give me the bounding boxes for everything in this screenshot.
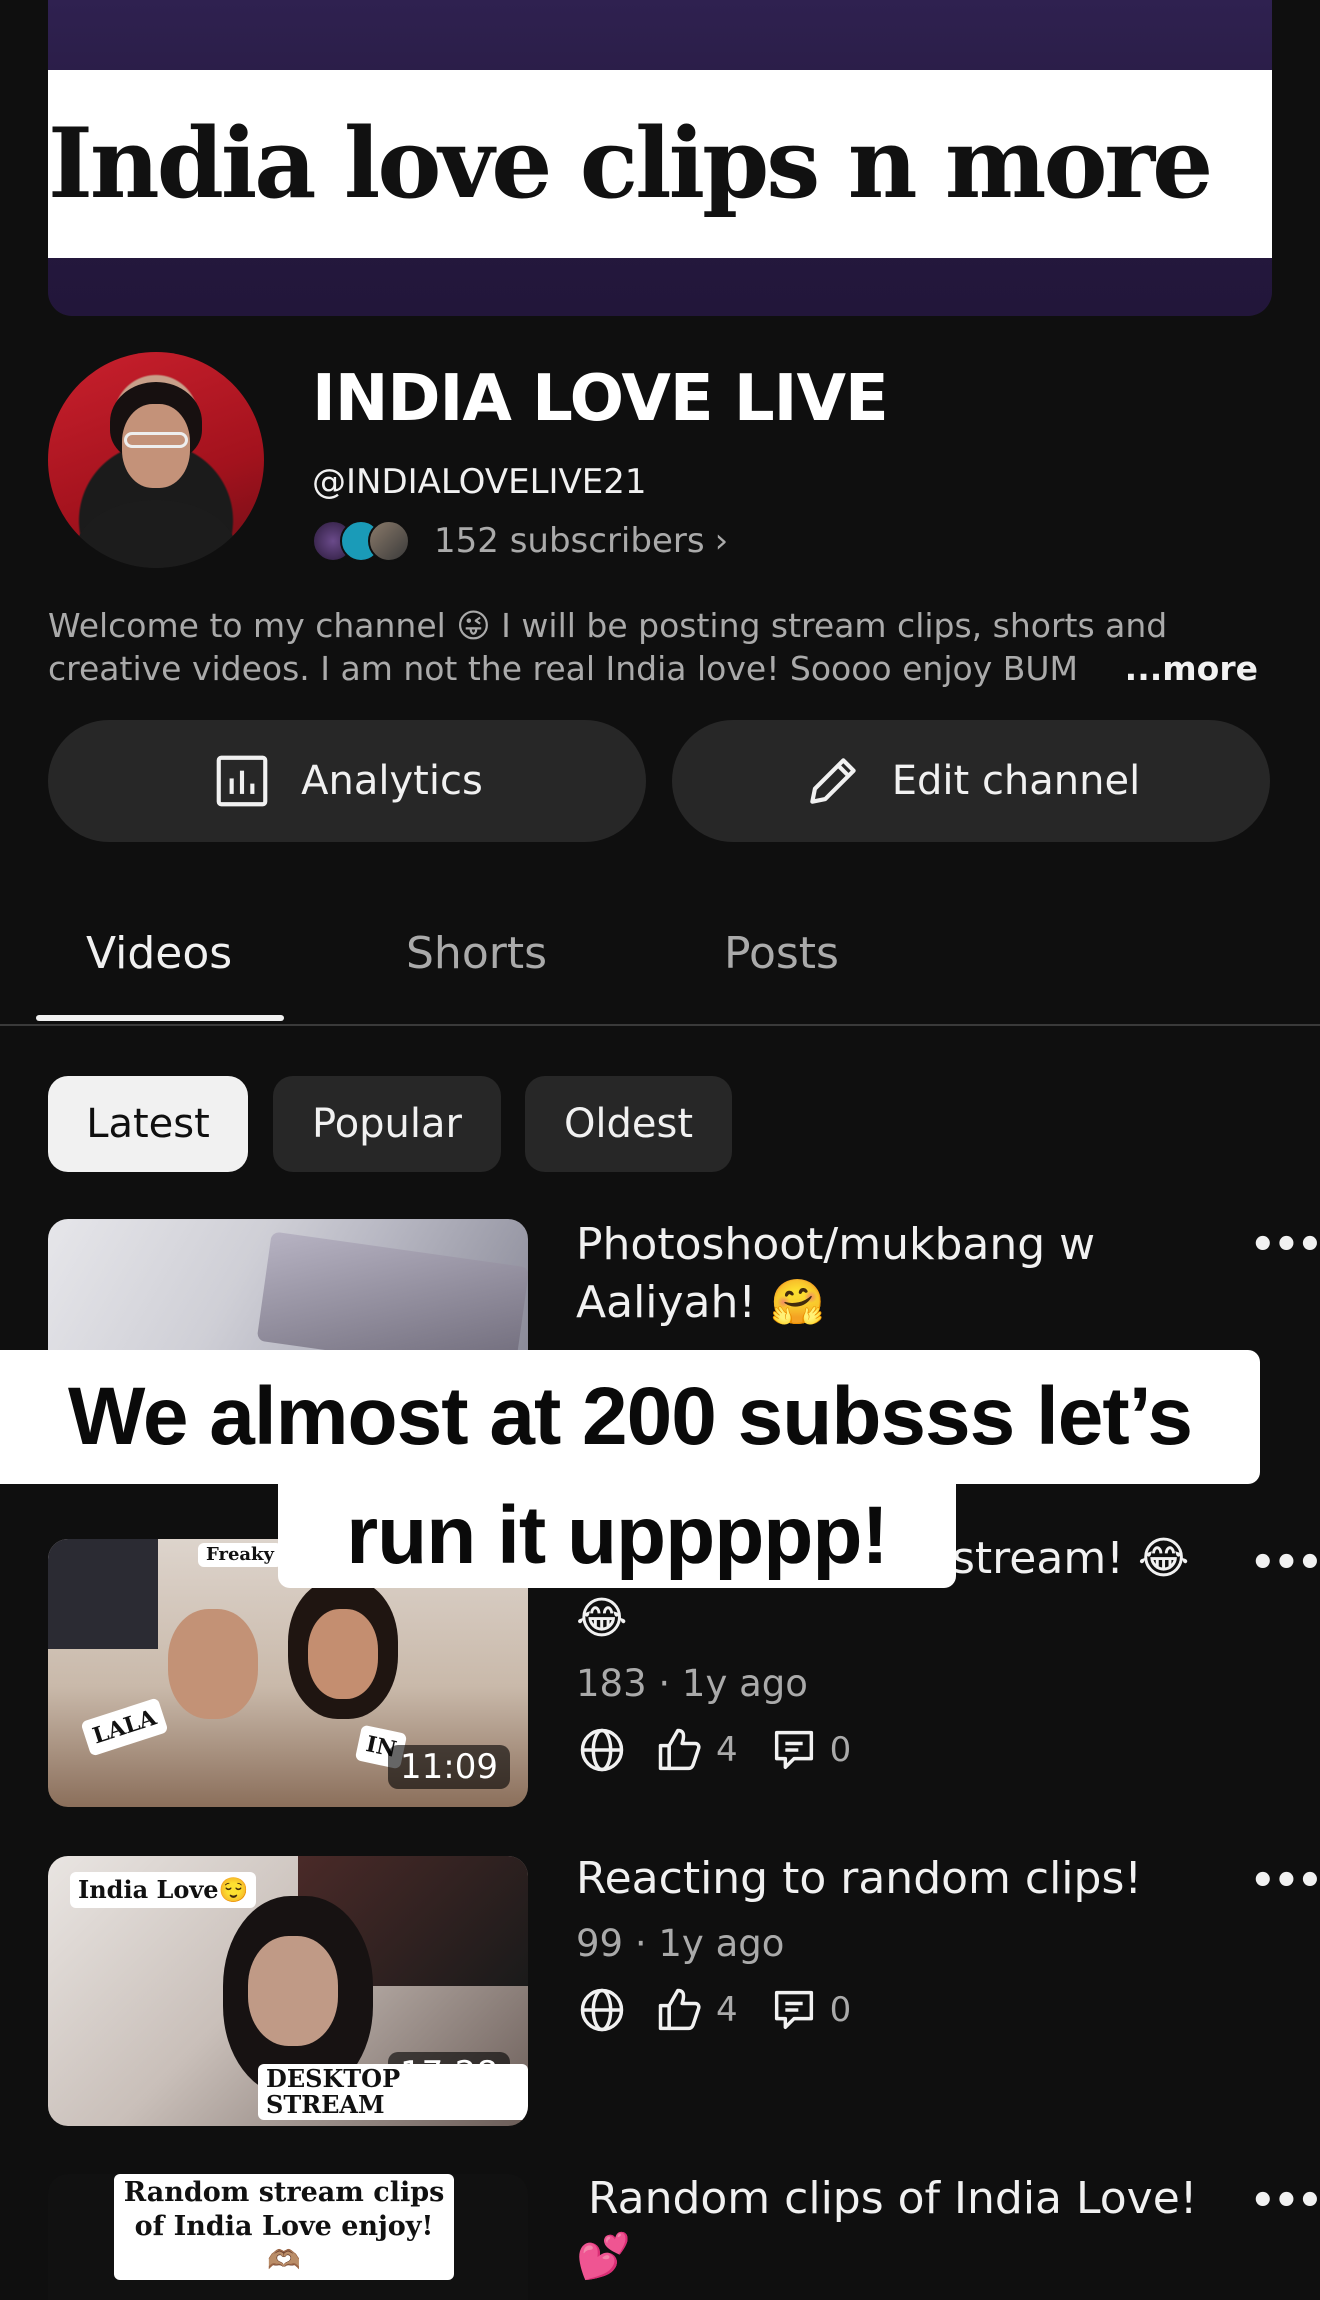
bar-chart-icon [216, 755, 268, 807]
comment-icon [774, 1990, 813, 2030]
globe-icon [580, 1988, 624, 2032]
comment-count: 0 [829, 1730, 852, 1770]
globe-icon [580, 1728, 624, 1772]
video-title[interactable]: Photoshoot/mukbang w Aaliyah! 🤗 [576, 1216, 1216, 1332]
channel-tabs: Videos Shorts Posts [0, 900, 1320, 1026]
subscriber-avatar [368, 520, 410, 562]
description-text: Welcome to my channel 😜 I will be postin… [48, 606, 1168, 688]
more-vert-icon[interactable]: ••• [1250, 1540, 1320, 1586]
subscribers-row[interactable]: 152 subscribers › [312, 520, 728, 562]
more-vert-icon[interactable]: ••• [1250, 1222, 1320, 1268]
thumbnail-badge: LALA [80, 1697, 169, 1757]
comment-count: 0 [829, 1990, 852, 2030]
video-thumbnail[interactable]: India Love😌 17:28 DESKTOP STREAM [48, 1856, 528, 2126]
filter-latest[interactable]: Latest [48, 1076, 248, 1172]
banner-text-strip: India love clips n more [48, 70, 1272, 258]
more-vert-icon[interactable]: ••• [1250, 1858, 1320, 1904]
channel-handle: @INDIALOVELIVE21 [312, 462, 647, 502]
filter-popular[interactable]: Popular [273, 1076, 501, 1172]
edit-channel-label: Edit channel [891, 758, 1141, 804]
thumbs-up-icon [658, 1728, 701, 1771]
video-title[interactable]: Random clips of India Love! [588, 2170, 1228, 2228]
video-title-line2: 💕 [576, 2231, 631, 2282]
tab-posts[interactable]: Posts [724, 928, 839, 979]
thumbnail-label: Random stream clips of India Love enjoy!… [114, 2174, 454, 2280]
pencil-icon [810, 758, 856, 804]
video-title[interactable]: Reacting to random clips! [576, 1850, 1216, 1908]
thumbnail-label: Freaky [198, 1543, 282, 1567]
video-duration: 11:09 [388, 1745, 510, 1789]
like-count: 4 [716, 1990, 738, 2030]
video-title[interactable]: stream! 😂 [952, 1530, 1212, 1588]
channel-name: INDIA LOVE LIVE [312, 362, 889, 436]
video-thumbnail[interactable] [48, 1219, 528, 1359]
video-meta: 99 · 1y ago [576, 1922, 785, 1965]
caption-overlay-line1: We almost at 200 subsss let’s [0, 1350, 1260, 1484]
thumbnail-label: India Love😌 [70, 1872, 257, 1908]
video-title-line2: 😂 [576, 1593, 628, 1644]
comment-icon [774, 1730, 813, 1770]
channel-banner: India love clips n more [48, 0, 1272, 316]
like-count: 4 [716, 1730, 738, 1770]
more-vert-icon[interactable]: ••• [1250, 2178, 1320, 2224]
channel-avatar[interactable] [48, 352, 264, 568]
video-thumbnail[interactable]: Random stream clips of India Love enjoy!… [48, 2174, 528, 2300]
thumbnail-bottom-label: DESKTOP STREAM [258, 2064, 528, 2120]
banner-text: India love clips n more [48, 107, 1213, 220]
chevron-right-icon: › [714, 521, 729, 561]
analytics-button[interactable]: Analytics [48, 720, 646, 842]
subscriber-count: 152 subscribers [434, 521, 705, 561]
analytics-label: Analytics [301, 758, 483, 804]
video-stats: 4 0 [576, 1724, 851, 1776]
tab-shorts[interactable]: Shorts [406, 928, 547, 979]
active-tab-indicator [36, 1015, 284, 1021]
video-stats: 4 0 [576, 1984, 851, 2036]
thumbs-up-icon [658, 1988, 701, 2031]
tab-videos[interactable]: Videos [86, 928, 232, 979]
more-link[interactable]: ...more [1084, 647, 1258, 690]
filter-oldest[interactable]: Oldest [525, 1076, 732, 1172]
video-meta: 183 · 1y ago [576, 1662, 808, 1705]
channel-description[interactable]: Welcome to my channel 😜 I will be postin… [48, 604, 1258, 690]
caption-overlay-line2: run it uppppp! [278, 1484, 956, 1588]
edit-channel-button[interactable]: Edit channel [672, 720, 1270, 842]
subscriber-avatars [312, 520, 410, 562]
